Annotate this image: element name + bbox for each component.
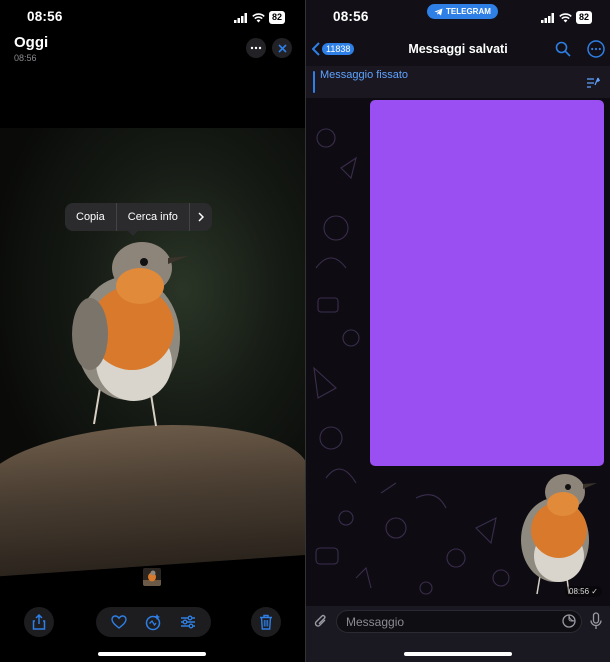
telegram-chat: 08:56 TELEGRAM 82 11838 Messaggi salvati… (306, 0, 610, 662)
context-copy-item[interactable]: Copia (65, 203, 116, 231)
share-button[interactable] (24, 607, 54, 637)
context-menu: Copia Cerca info (65, 203, 212, 236)
attach-icon[interactable] (314, 613, 328, 630)
pinned-list-icon[interactable] (586, 76, 600, 89)
battery-indicator: 82 (575, 11, 592, 24)
telegram-plane-icon (434, 8, 443, 15)
status-time: 08:56 (333, 9, 369, 24)
search-icon[interactable] (555, 41, 571, 57)
more-button[interactable] (246, 38, 266, 58)
telegram-pill[interactable]: TELEGRAM (427, 4, 498, 19)
pinned-message-bar[interactable]: Messaggio fissato (306, 66, 610, 98)
trash-icon (260, 614, 272, 630)
robin-photo[interactable] (0, 128, 305, 578)
message-timestamp: 08:56 ✓ (565, 586, 602, 597)
adjust-icon[interactable] (180, 615, 196, 629)
page-subtitle-time: 08:56 (14, 53, 37, 63)
heart-icon[interactable] (111, 615, 127, 629)
photos-viewer: 08:56 82 Oggi 08:56 Copia Cerca info (0, 0, 305, 662)
robin-sticker[interactable] (511, 470, 603, 596)
share-icon (32, 614, 46, 630)
delete-button[interactable] (251, 607, 281, 637)
more-options-icon[interactable] (587, 40, 605, 58)
context-more-item[interactable] (190, 203, 212, 231)
status-icons: 82 (540, 11, 592, 24)
chevron-right-icon (198, 212, 204, 222)
status-icons: 82 (233, 11, 285, 24)
home-indicator[interactable] (98, 652, 206, 656)
signal-icon (233, 12, 247, 23)
wifi-icon (559, 12, 572, 22)
context-lookup-item[interactable]: Cerca info (117, 203, 189, 231)
pinned-message-label: Messaggio fissato (320, 69, 409, 81)
message-time-text: 08:56 (569, 587, 590, 596)
home-indicator[interactable] (404, 652, 512, 656)
message-input[interactable]: Messaggio (336, 610, 582, 633)
ellipsis-icon (250, 46, 262, 50)
sticker-icon[interactable] (562, 614, 576, 628)
message-placeholder: Messaggio (346, 614, 405, 629)
close-icon (277, 43, 287, 53)
thumbnail-bird-icon (143, 570, 161, 586)
status-bar: 08:56 82 (0, 0, 305, 34)
battery-indicator: 82 (268, 11, 285, 24)
status-bar: 08:56 TELEGRAM 82 (306, 0, 610, 34)
signal-icon (540, 12, 554, 23)
chat-area[interactable]: 08:56 ✓ (306, 98, 610, 606)
status-time: 08:56 (27, 9, 63, 24)
log-perch (0, 414, 305, 578)
telegram-pill-label: TELEGRAM (446, 7, 491, 16)
purple-media-block[interactable] (370, 100, 604, 466)
photo-thumbnail[interactable] (143, 568, 161, 586)
chat-header: 11838 Messaggi salvati (306, 34, 610, 66)
robin-bird (72, 242, 188, 427)
read-check-icon: ✓ (591, 587, 598, 596)
page-title: Oggi (14, 34, 49, 51)
visual-lookup-icon[interactable] (144, 613, 162, 631)
photo-actions-group (96, 607, 211, 637)
microphone-icon[interactable] (590, 612, 602, 630)
pinned-indicator (313, 71, 315, 93)
close-button[interactable] (272, 38, 292, 58)
wifi-icon (252, 12, 265, 22)
